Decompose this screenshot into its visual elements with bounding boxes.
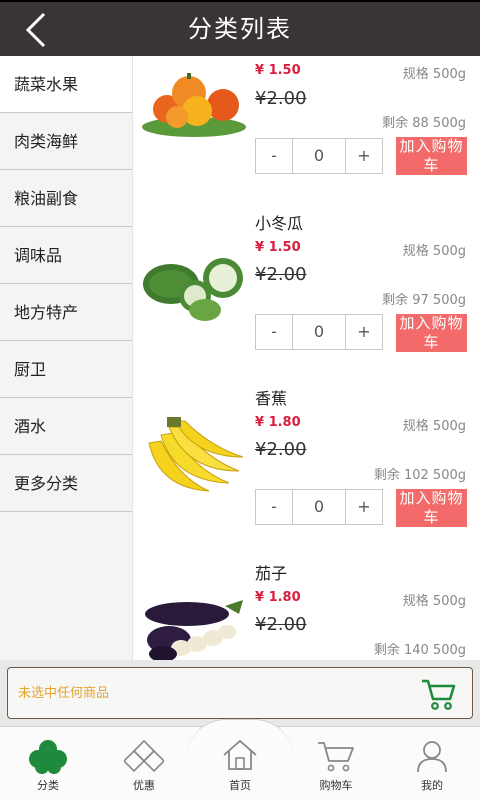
sidebar-item-meat-seafood[interactable]: 肉类海鲜 xyxy=(0,113,132,170)
product-price: ¥ 1.80 xyxy=(255,590,301,605)
pumpkin-image xyxy=(142,73,246,137)
sidebar-item-kitchen-bath[interactable]: 厨卫 xyxy=(0,341,132,398)
product-name: 小冬瓜 xyxy=(255,214,304,233)
product-list: ¥ 1.50 规格 500g ¥2.00 剩余 88 500g - 0 + 加入… xyxy=(133,56,480,660)
diamonds-icon xyxy=(124,739,164,773)
tab-label: 我的 xyxy=(421,779,443,792)
product-stock: 剩余 140 500g xyxy=(373,643,466,658)
flower-icon xyxy=(29,740,67,774)
app-header: 分类列表 xyxy=(0,2,480,56)
quantity-value[interactable]: 0 xyxy=(292,139,346,173)
bottom-tab-bar: 分类 优惠 首页 购物车 我的 xyxy=(0,719,480,800)
cart-icon xyxy=(318,742,354,772)
product-name: 香蕉 xyxy=(255,389,288,408)
quantity-stepper: - 0 + xyxy=(255,314,383,350)
tab-category[interactable]: 分类 xyxy=(0,727,96,800)
product-card: ¥ 1.50 规格 500g ¥2.00 剩余 88 500g - 0 + 加入… xyxy=(133,56,480,228)
back-arrow-icon xyxy=(25,12,46,48)
product-original-price: ¥2.00 xyxy=(255,614,307,635)
sidebar-item-label: 厨卫 xyxy=(14,360,47,379)
tab-discounts[interactable]: 优惠 xyxy=(96,727,192,800)
product-price: ¥ 1.50 xyxy=(255,240,301,255)
product-original-price: ¥2.00 xyxy=(255,264,307,285)
increase-button[interactable]: + xyxy=(346,490,382,524)
tab-cart[interactable]: 购物车 xyxy=(288,727,384,800)
sidebar-item-grain-oil[interactable]: 粮油副食 xyxy=(0,170,132,227)
sidebar-item-label: 调味品 xyxy=(14,246,63,265)
product-original-price: ¥2.00 xyxy=(255,439,307,460)
sidebar-item-label: 酒水 xyxy=(14,417,47,436)
category-sidebar: 蔬菜水果 肉类海鲜 粮油副食 调味品 地方特产 厨卫 酒水 更多分类 xyxy=(0,56,133,660)
back-button[interactable] xyxy=(18,10,58,50)
quantity-value[interactable]: 0 xyxy=(292,490,346,524)
sidebar-item-label: 蔬菜水果 xyxy=(14,75,79,94)
sidebar-item-seasoning[interactable]: 调味品 xyxy=(0,227,132,284)
quantity-stepper: - 0 + xyxy=(255,138,383,174)
sidebar-item-label: 更多分类 xyxy=(14,474,79,493)
product-price: ¥ 1.50 xyxy=(255,63,301,78)
product-card: 香蕉 ¥ 1.80 规格 500g ¥2.00 剩余 102 500g - 0 … xyxy=(133,381,480,556)
home-icon xyxy=(223,739,257,770)
product-price: ¥ 1.80 xyxy=(255,415,301,430)
sidebar-item-drinks[interactable]: 酒水 xyxy=(0,398,132,455)
product-spec: 规格 500g xyxy=(402,67,466,82)
product-stock: 剩余 88 500g xyxy=(382,116,466,131)
tab-label: 分类 xyxy=(37,779,59,792)
product-original-price: ¥2.00 xyxy=(255,88,307,109)
product-spec: 规格 500g xyxy=(402,419,466,434)
eggplant-image xyxy=(145,600,243,660)
increase-button[interactable]: + xyxy=(346,315,382,349)
user-icon xyxy=(417,741,447,773)
banana-image xyxy=(148,417,244,492)
cart-summary-area: 未选中任何商品 xyxy=(0,660,480,726)
add-to-cart-button[interactable]: 加入购物车 xyxy=(396,489,467,527)
product-stock: 剩余 102 500g xyxy=(373,468,466,483)
cart-summary-bar[interactable]: 未选中任何商品 xyxy=(7,667,473,719)
tab-profile[interactable]: 我的 xyxy=(384,727,480,800)
sidebar-item-vegetables-fruits[interactable]: 蔬菜水果 xyxy=(0,56,132,113)
decrease-button[interactable]: - xyxy=(256,139,292,173)
product-card: 小冬瓜 ¥ 1.50 规格 500g ¥2.00 剩余 97 500g - 0 … xyxy=(133,206,480,381)
decrease-button[interactable]: - xyxy=(256,315,292,349)
product-spec: 规格 500g xyxy=(402,244,466,259)
product-name: 茄子 xyxy=(255,564,288,583)
tab-label: 购物车 xyxy=(319,779,353,792)
winter-melon-image xyxy=(143,258,243,321)
quantity-value[interactable]: 0 xyxy=(292,315,346,349)
add-to-cart-button[interactable]: 加入购物车 xyxy=(396,314,467,352)
product-spec: 规格 500g xyxy=(402,594,466,609)
increase-button[interactable]: + xyxy=(346,139,382,173)
product-stock: 剩余 97 500g xyxy=(382,293,466,308)
tab-label: 优惠 xyxy=(133,779,155,792)
tab-home[interactable]: 首页 xyxy=(192,727,288,800)
sidebar-item-label: 地方特产 xyxy=(14,303,79,322)
sidebar-item-more[interactable]: 更多分类 xyxy=(0,455,132,512)
cart-icon[interactable] xyxy=(420,677,456,711)
sidebar-item-label: 肉类海鲜 xyxy=(14,132,79,151)
cart-status-text: 未选中任何商品 xyxy=(18,686,110,701)
add-to-cart-button[interactable]: 加入购物车 xyxy=(396,137,467,175)
decrease-button[interactable]: - xyxy=(256,490,292,524)
tab-label: 首页 xyxy=(229,779,251,792)
sidebar-item-local-specialty[interactable]: 地方特产 xyxy=(0,284,132,341)
quantity-stepper: - 0 + xyxy=(255,489,383,525)
sidebar-item-label: 粮油副食 xyxy=(14,189,79,208)
page-title: 分类列表 xyxy=(188,15,292,43)
product-card: 茄子 ¥ 1.80 规格 500g ¥2.00 剩余 140 500g xyxy=(133,556,480,660)
